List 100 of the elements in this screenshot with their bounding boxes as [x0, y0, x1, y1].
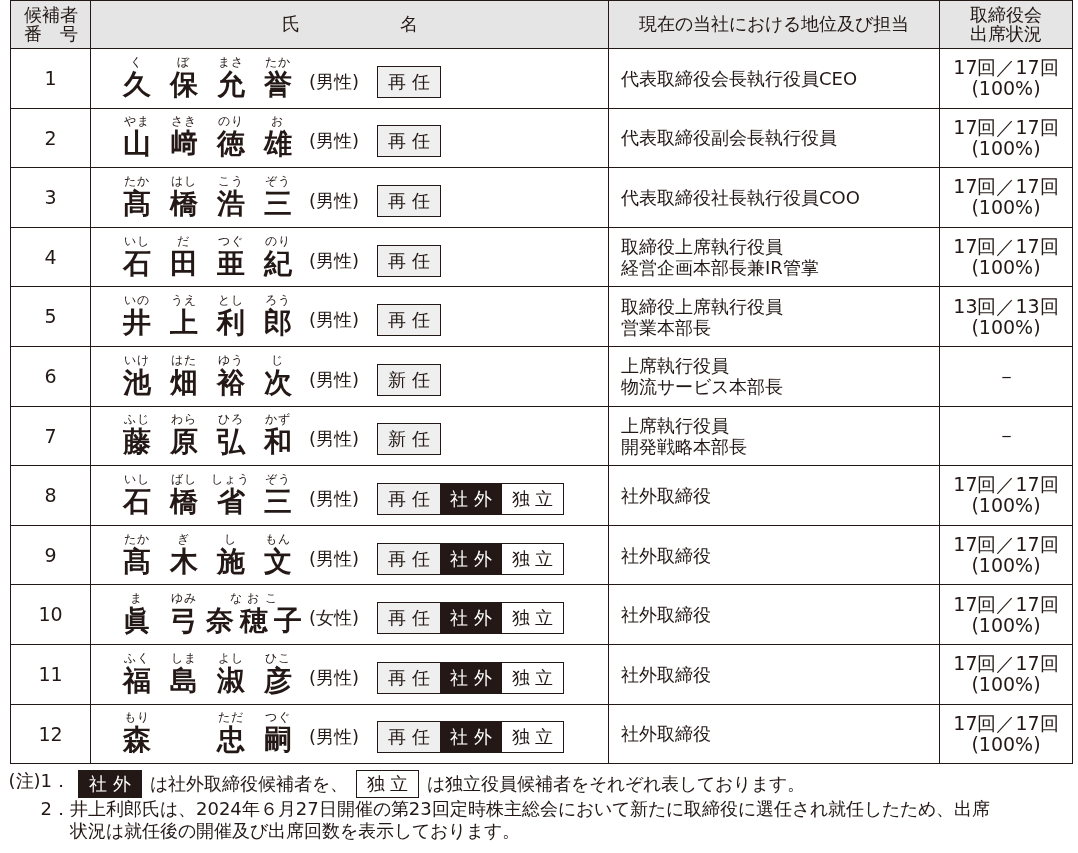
candidate-name: 島 — [169, 664, 204, 697]
status-tag: 社 外 — [439, 722, 502, 753]
ruby-text: やま — [123, 115, 150, 129]
gender-label: (男性) — [309, 248, 360, 273]
candidate-name: 弓 — [169, 605, 204, 638]
ruby-text: もん — [264, 532, 291, 546]
candidate-name: 施 — [216, 545, 251, 578]
candidate-name: 福 — [122, 664, 157, 697]
candidate-name: 田 — [169, 247, 204, 280]
candidate-name: 亜 — [216, 247, 251, 280]
ruby-text: つぐ — [217, 234, 244, 248]
candidate-name: 次 — [263, 366, 298, 399]
gender-label: (男性) — [309, 189, 360, 213]
status-tag: 再 任 — [378, 722, 440, 753]
table-cell: 10 — [10, 584, 91, 645]
status-tag: 独 立 — [355, 770, 420, 799]
candidate-name: 山 — [122, 128, 157, 161]
candidate-name: 木 — [169, 545, 204, 578]
attendance-text: 17回／17回 — [952, 176, 1060, 198]
position-text: 社外取締役 — [621, 484, 712, 506]
gender-label: (男性) — [309, 129, 360, 154]
status-tag: 再 任 — [378, 603, 440, 634]
note-prefix: (注) — [8, 770, 41, 794]
candidate-name: 紀 — [263, 247, 298, 280]
candidate-name: 橋 — [169, 188, 204, 220]
ruby-text: いの — [123, 294, 150, 308]
status-tag: 再 任 — [378, 543, 440, 574]
ruby-text: ろう — [264, 294, 291, 308]
gender-label: (男性) — [309, 665, 360, 690]
table-cell: 4 — [10, 227, 91, 287]
candidate-name: 利 — [216, 307, 251, 340]
attendance-text: (100%) — [970, 555, 1042, 577]
candidate-name: 石 — [122, 247, 157, 280]
candidate-name: 﨑 — [169, 128, 204, 161]
ruby-text: な お こ — [229, 592, 279, 606]
ruby-text: ぼ — [177, 55, 190, 69]
ruby-text: はし — [170, 175, 197, 188]
position-text: 代表取締役副会長執行役員 — [621, 127, 838, 149]
ruby-text: ふじ — [123, 413, 150, 427]
ruby-text: ぎ — [177, 532, 190, 546]
attendance-text: (100%) — [970, 733, 1041, 755]
ruby-text: し — [224, 532, 237, 546]
ruby-text: いけ — [123, 353, 150, 367]
ruby-text: お — [271, 115, 284, 129]
position-text: 開発戦略本部長 — [621, 435, 748, 457]
column-header: 氏 — [281, 15, 300, 34]
position-text: 社外取締役 — [621, 604, 712, 626]
candidate-name: 誉 — [263, 68, 298, 101]
status-tag: 新 任 — [378, 364, 440, 395]
status-tag: 社 外 — [439, 662, 502, 693]
candidate-name: 森 — [122, 724, 157, 757]
attendance-text: (100%) — [970, 495, 1042, 517]
candidate-name: 彦 — [263, 664, 298, 697]
status-tag: 再 任 — [378, 126, 440, 157]
candidate-name: 郎 — [263, 307, 298, 340]
status-tag: 社 外 — [439, 543, 502, 574]
candidate-name: 久 — [122, 68, 157, 101]
note-number: 2． — [40, 798, 70, 822]
attendance-text: (100%) — [970, 197, 1042, 219]
attendance-text: (100%) — [970, 316, 1041, 338]
ruby-text: のり — [264, 234, 291, 248]
column-header: 候補者 — [22, 5, 79, 25]
candidate-name: 三 — [263, 188, 298, 220]
status-tag: 再 任 — [378, 66, 440, 97]
candidate-name: 池 — [122, 366, 157, 399]
position-text: 上席執行役員 — [621, 414, 730, 436]
ruby-text: かず — [264, 413, 291, 427]
ruby-text: いし — [123, 234, 150, 248]
attendance-text: 17回／17回 — [952, 116, 1060, 138]
ruby-text: つぐ — [264, 711, 291, 725]
candidate-name: 上 — [169, 307, 204, 340]
candidate-name: 畑 — [169, 366, 204, 399]
table-cell: 5 — [10, 286, 91, 347]
gender-label: (男性) — [309, 427, 360, 452]
ruby-text: よし — [217, 651, 244, 665]
candidate-name: 眞 — [122, 605, 157, 638]
candidate-name: 浩 — [216, 188, 251, 220]
ruby-text: ま — [130, 592, 143, 606]
ruby-text: うえ — [170, 294, 197, 308]
attendance-text: (100%) — [970, 614, 1041, 636]
gender-label: (男性) — [309, 486, 360, 511]
column-header: 番 号 — [22, 24, 79, 44]
status-tag: 再 任 — [378, 305, 440, 336]
note-text: は社外取締役候補者を、 — [149, 773, 348, 795]
ruby-text: いし — [123, 472, 150, 486]
attendance-text: (100%) — [970, 674, 1042, 696]
ruby-text: ばし — [170, 472, 197, 486]
attendance-text: 17回／17回 — [952, 474, 1060, 496]
position-text: 取締役上席執行役員 — [621, 295, 784, 317]
ruby-text: さき — [170, 115, 197, 129]
table-cell: 12 — [10, 704, 91, 764]
ruby-text: わら — [170, 413, 197, 427]
attendance-text: － — [995, 365, 1017, 387]
ruby-text: ひろ — [217, 413, 244, 427]
position-text: 社外取締役 — [621, 663, 712, 685]
table-cell: 1 — [10, 48, 91, 109]
status-tag: 再 任 — [378, 483, 440, 514]
gender-label: (女性) — [309, 606, 360, 631]
ruby-text: ゆう — [217, 353, 244, 367]
ruby-text: ぞう — [264, 472, 291, 486]
